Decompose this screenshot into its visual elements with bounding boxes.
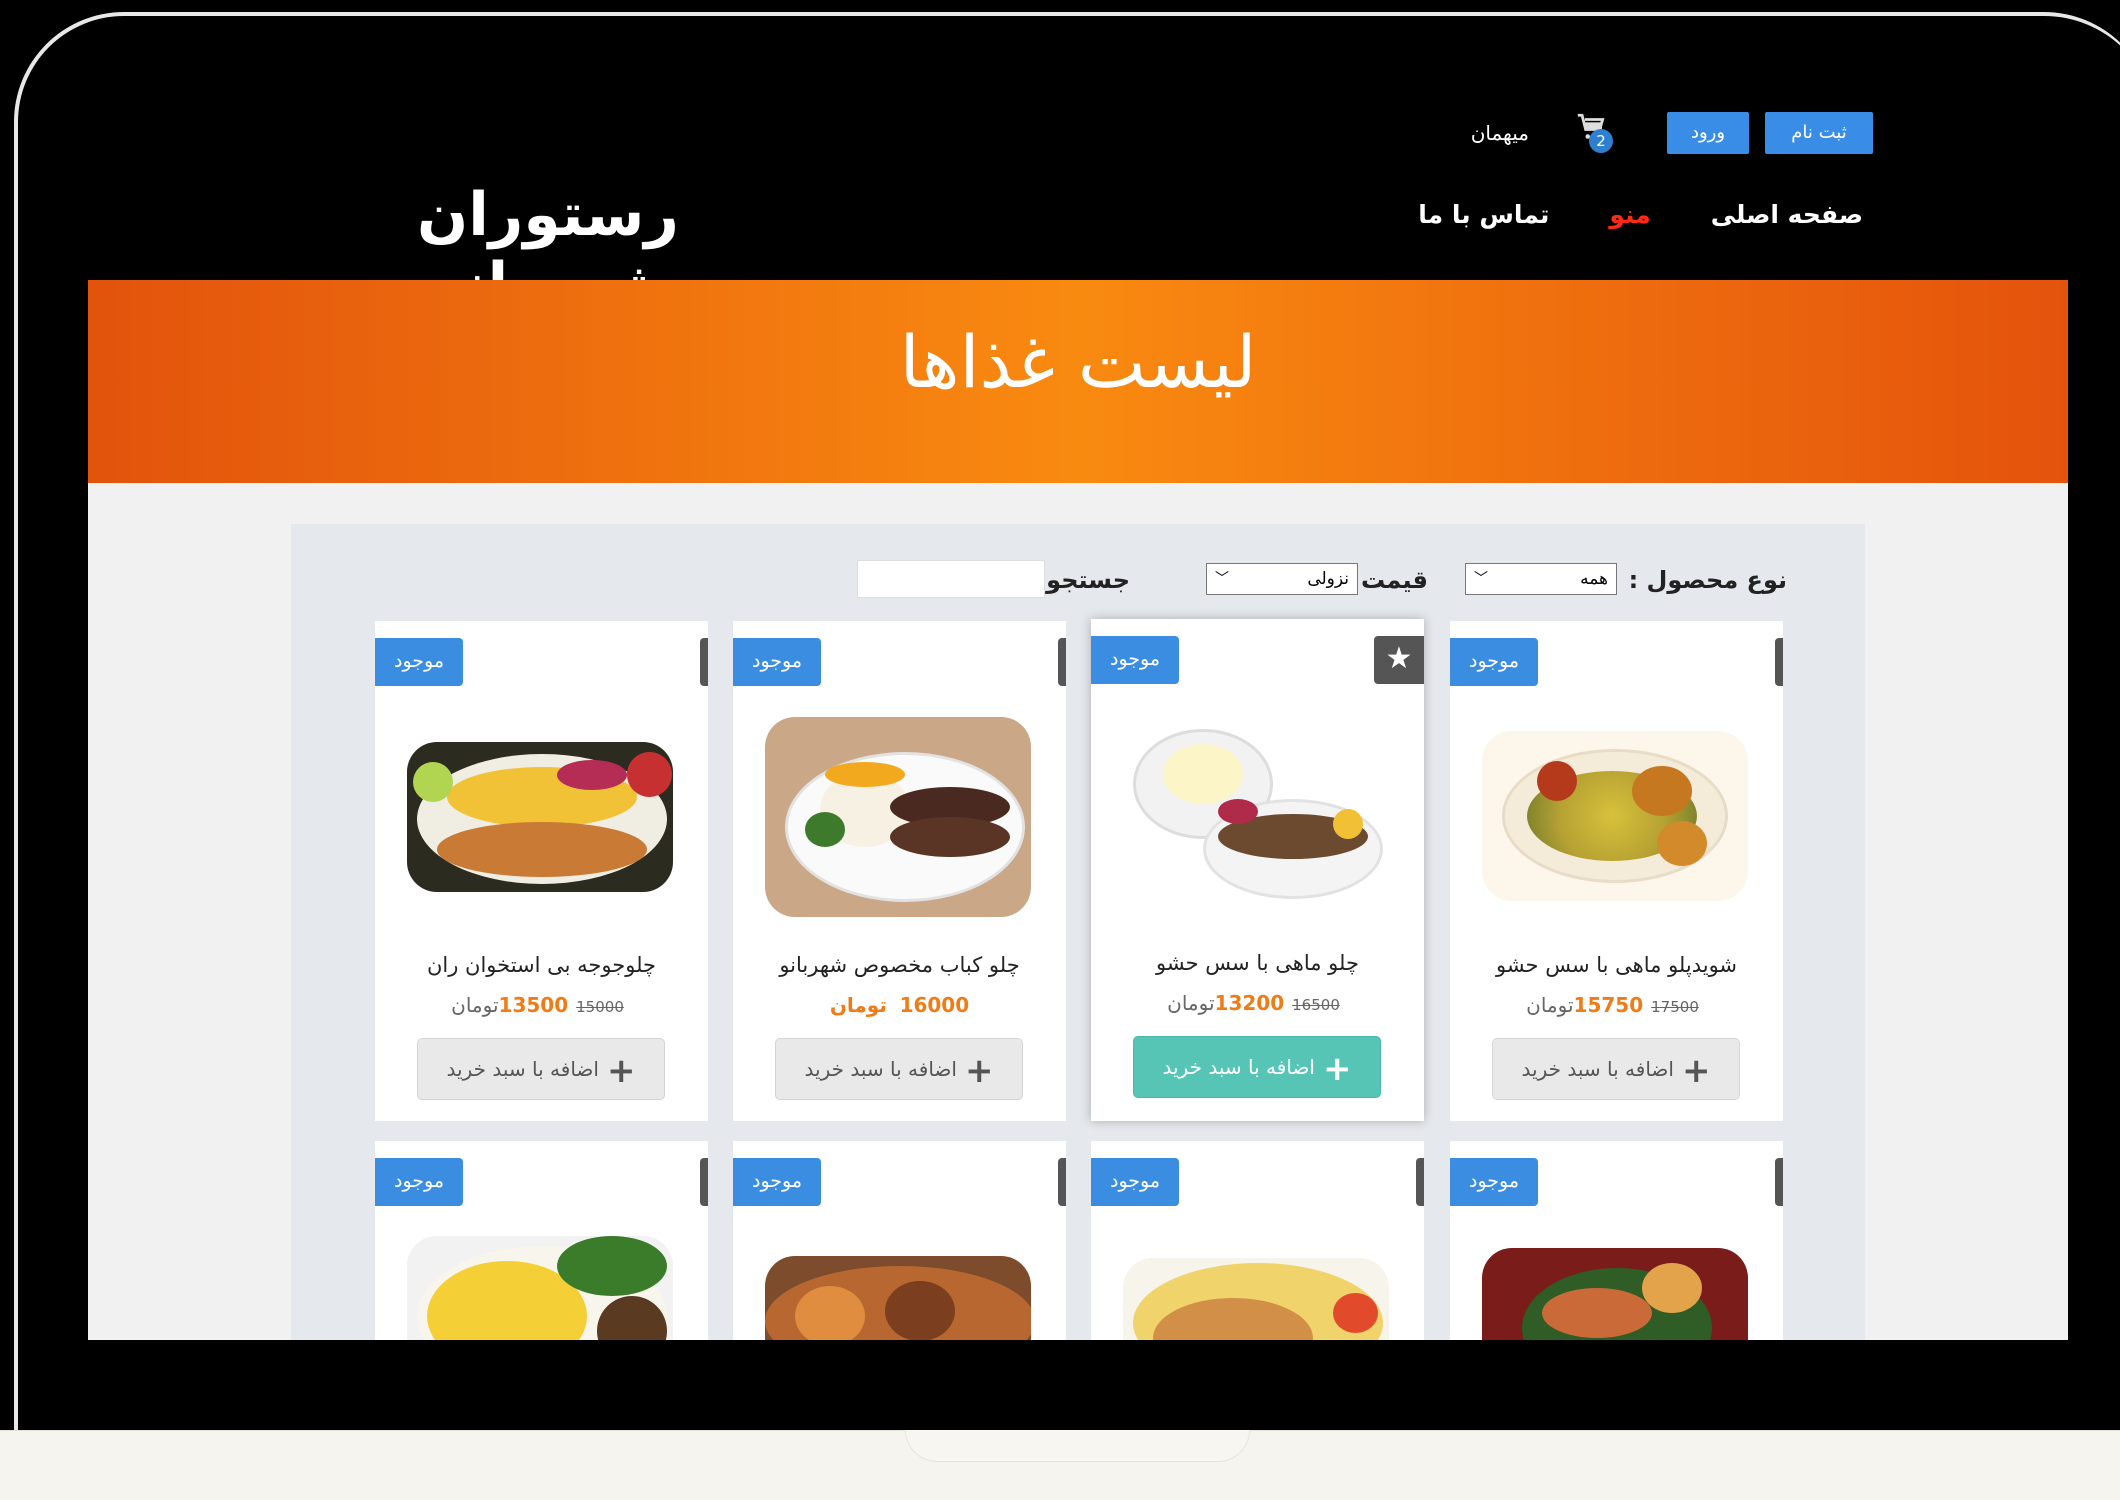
content-area: نوع محصول : همه ﹀ قیمت : نزولی ﹀ جستجو :… <box>88 483 2068 1340</box>
favorite-tab[interactable] <box>700 638 708 686</box>
favorite-tab[interactable] <box>1058 638 1066 686</box>
stock-badge: موجود <box>1450 638 1538 686</box>
add-to-cart-button[interactable]: +اضافه با سبد خرید <box>1133 1036 1381 1098</box>
old-price: 15000 <box>576 998 624 1016</box>
product-type-select[interactable]: همه ﹀ <box>1465 563 1617 595</box>
plus-icon: + <box>1322 1048 1352 1089</box>
price: 16000 <box>899 993 970 1017</box>
stock-badge: موجود <box>733 638 821 686</box>
site-logo[interactable]: رستوران شهربانو <box>298 180 798 320</box>
product-card[interactable]: موجود ★ چلو ماهی با سس حشو 13200 16500 توم… <box>1091 619 1424 1121</box>
product-card[interactable]: موجود <box>1091 1141 1424 1340</box>
stock-badge: موجود <box>733 1158 821 1206</box>
price: 13500 <box>498 993 569 1017</box>
food-image <box>1123 1258 1389 1340</box>
currency: تومان <box>1167 991 1215 1015</box>
filter-bar: نوع محصول : همه ﹀ قیمت : نزولی ﹀ جستجو : <box>291 524 1865 619</box>
product-card[interactable]: موجود <box>733 1141 1066 1340</box>
stock-badge: موجود <box>375 638 463 686</box>
price: 15750 <box>1573 993 1644 1017</box>
favorite-tab[interactable] <box>1775 1158 1783 1206</box>
page-title: لیست غذاها <box>899 320 1257 404</box>
nav-menu[interactable]: منو <box>1609 200 1650 229</box>
cart-count-badge: 2 <box>1589 128 1613 153</box>
search-input[interactable] <box>857 560 1045 598</box>
food-image <box>1482 1248 1748 1340</box>
price-row: 15750 17500 تومان <box>1450 993 1783 1017</box>
chevron-down-icon: ﹀ <box>1474 571 1488 587</box>
price-row: 13200 16500 تومان <box>1091 991 1424 1015</box>
product-card[interactable]: موجود چلوجوجه بی استخوان ران 13500 15000 ت… <box>375 621 708 1121</box>
food-name: چلو کباب مخصوص شهربانو <box>779 953 1020 977</box>
old-price: 17500 <box>1651 998 1699 1016</box>
product-card[interactable]: موجود <box>1450 1141 1783 1340</box>
food-image <box>407 1236 673 1340</box>
food-image <box>407 742 673 892</box>
food-image <box>1482 731 1748 901</box>
nav-home[interactable]: صفحه اصلی <box>1711 200 1863 229</box>
price-sort-select[interactable]: نزولی ﹀ <box>1206 563 1358 595</box>
food-image <box>765 717 1031 917</box>
cart-button[interactable]: 2 <box>1569 111 1613 155</box>
add-to-cart-button[interactable]: +اضافه با سبد خرید <box>775 1038 1023 1100</box>
price-row: 16000 تومان <box>733 993 1066 1017</box>
plus-icon: + <box>1681 1050 1711 1091</box>
page-banner: لیست غذاها <box>88 280 2068 483</box>
stock-badge: موجود <box>1091 1158 1179 1206</box>
product-card[interactable]: موجود چلو کباب مخصوص شهربانو 16000 تومان… <box>733 621 1066 1121</box>
product-card[interactable]: موجود شویدپلو ماهی با سس حشو 15750 17500 ت… <box>1450 621 1783 1121</box>
screen: رستوران شهربانو میهمان 2 ورود ثبت نام صف… <box>88 80 2068 1340</box>
product-panel: نوع محصول : همه ﹀ قیمت : نزولی ﹀ جستجو :… <box>291 524 1865 1340</box>
device-notch <box>905 1430 1250 1462</box>
price-row: 13500 15000 تومان <box>375 993 708 1017</box>
login-button[interactable]: ورود <box>1667 111 1749 154</box>
star-icon[interactable]: ★ <box>1374 636 1424 684</box>
price: 13200 <box>1214 991 1285 1015</box>
nav-contact[interactable]: تماس با ما <box>1418 200 1549 229</box>
food-name: شویدپلو ماهی با سس حشو <box>1495 953 1738 977</box>
product-type-label: نوع محصول : <box>1628 566 1787 594</box>
register-button[interactable]: ثبت نام <box>1765 111 1873 154</box>
old-price: 16500 <box>1292 996 1340 1014</box>
currency: تومان <box>829 993 887 1017</box>
top-bar: میهمان 2 ورود ثبت نام <box>1471 110 1873 155</box>
guest-label: میهمان <box>1470 120 1529 145</box>
stock-badge: موجود <box>375 1158 463 1206</box>
favorite-tab[interactable] <box>1058 1158 1066 1206</box>
stock-badge: موجود <box>1450 1158 1538 1206</box>
favorite-tab[interactable] <box>1775 638 1783 686</box>
food-name: چلوجوجه بی استخوان ران <box>426 953 657 977</box>
product-type-value: همه <box>1580 569 1608 589</box>
currency: تومان <box>451 993 499 1017</box>
currency: تومان <box>1526 993 1574 1017</box>
add-to-cart-button[interactable]: +اضافه با سبد خرید <box>417 1038 665 1100</box>
site-header: رستوران شهربانو میهمان 2 ورود ثبت نام صف… <box>88 80 2068 320</box>
favorite-tab[interactable] <box>1416 1158 1424 1206</box>
product-card[interactable]: موجود <box>375 1141 708 1340</box>
add-to-cart-button[interactable]: +اضافه با سبد خرید <box>1492 1038 1740 1100</box>
food-name: چلو ماهی با سس حشو <box>1156 951 1359 975</box>
plus-icon: + <box>606 1050 636 1091</box>
price-sort-value: نزولی <box>1307 569 1349 589</box>
plus-icon: + <box>964 1050 994 1091</box>
food-image <box>765 1256 1031 1340</box>
stock-badge: موجود <box>1091 636 1179 684</box>
food-image <box>1123 719 1389 909</box>
favorite-tab[interactable] <box>700 1158 708 1206</box>
main-nav: صفحه اصلی منو تماس با ما <box>1418 200 1863 229</box>
chevron-down-icon: ﹀ <box>1215 571 1229 587</box>
